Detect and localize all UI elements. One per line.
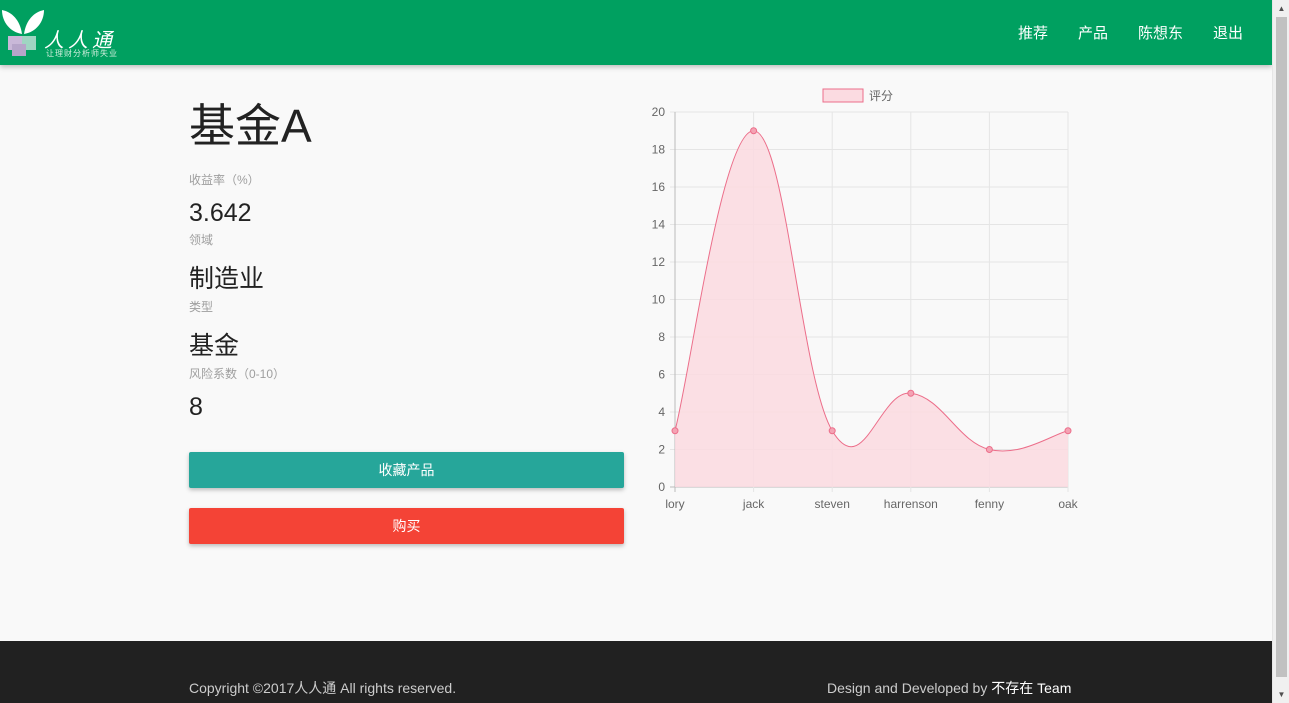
- y-tick-label: 16: [652, 180, 666, 194]
- chart-legend: 评分: [822, 88, 893, 103]
- legend-swatch[interactable]: [822, 88, 864, 103]
- risk-value: 8: [189, 393, 203, 421]
- x-tick-label: oak: [1058, 497, 1078, 511]
- legend-label[interactable]: 评分: [869, 89, 893, 103]
- y-axis-ticks: 0 2 4 6 8 10 12 14 16 18 20: [652, 105, 666, 494]
- y-tick-label: 18: [652, 143, 666, 157]
- y-tick-label: 10: [652, 293, 666, 307]
- y-tick-label: 8: [658, 330, 665, 344]
- x-axis-ticks: lory jack steven harrenson fenny oak: [665, 497, 1078, 511]
- scroll-up-icon[interactable]: ▲: [1273, 0, 1289, 17]
- logo-slogan: 让理财分析师失业: [46, 49, 118, 58]
- rating-chart: 0 2 4 6 8 10 12 14 16 18 20 lory jack steven harrenso…: [652, 88, 1079, 511]
- x-tick-label: lory: [665, 497, 684, 511]
- nav-products[interactable]: 产品: [1063, 22, 1123, 43]
- y-tick-label: 6: [658, 368, 665, 382]
- leaf-puzzle-logo-icon: [2, 10, 44, 56]
- scroll-thumb[interactable]: [1276, 17, 1287, 677]
- x-tick-label: steven: [815, 497, 850, 511]
- yield-value: 3.642: [189, 199, 252, 227]
- y-tick-label: 12: [652, 255, 666, 269]
- credit-text: Design and Developed by 不存在 Team: [827, 678, 1071, 698]
- yield-label: 收益率（%）: [189, 173, 260, 187]
- y-tick-label: 4: [658, 405, 665, 419]
- copyright-text: Copyright ©2017人人通 All rights reserved.: [189, 680, 457, 696]
- y-tick-label: 14: [652, 218, 666, 232]
- logo[interactable]: 人人通 让理财分析师失业: [0, 4, 130, 60]
- data-point[interactable]: [985, 446, 993, 453]
- scrollbar[interactable]: ▲ ▼: [1272, 0, 1289, 703]
- nav-logout[interactable]: 退出: [1198, 22, 1258, 43]
- navbar: 人人通 让理财分析师失业 推荐 产品 陈想东 退出: [0, 0, 1272, 65]
- x-tick-label: harrenson: [884, 497, 938, 511]
- y-tick-label: 0: [658, 480, 665, 494]
- series-area: [675, 130, 1068, 487]
- sector-label: 领域: [189, 233, 214, 247]
- favorite-button[interactable]: 收藏产品: [189, 452, 624, 488]
- nav-menu: 推荐 产品 陈想东 退出: [1003, 0, 1258, 65]
- data-point[interactable]: [750, 127, 758, 135]
- y-tick-label: 20: [652, 105, 666, 119]
- sector-value: 制造业: [189, 265, 265, 293]
- credit-prefix: Design and Developed by: [827, 680, 992, 696]
- credit-team: 不存在 Team: [991, 680, 1072, 696]
- x-tick-label: jack: [742, 497, 765, 511]
- type-label: 类型: [189, 300, 214, 314]
- risk-label: 风险系数（0-10）: [189, 367, 286, 381]
- data-point[interactable]: [828, 427, 836, 435]
- nav-recommend[interactable]: 推荐: [1003, 22, 1063, 43]
- type-value: 基金: [189, 332, 240, 360]
- scroll-down-icon[interactable]: ▼: [1273, 686, 1289, 703]
- data-point[interactable]: [1064, 427, 1072, 435]
- data-point[interactable]: [671, 427, 679, 435]
- data-point[interactable]: [907, 389, 915, 397]
- buy-button[interactable]: 购买: [189, 508, 624, 544]
- product-title: 基金A: [189, 100, 312, 152]
- footer: Copyright ©2017人人通 All rights reserved. …: [0, 641, 1272, 703]
- product-info: 基金A 收益率（%） 3.642 领域 制造业 类型 基金 风险系数（0-10）…: [189, 95, 625, 422]
- x-tick-label: fenny: [975, 497, 1004, 511]
- nav-user[interactable]: 陈想东: [1123, 22, 1198, 43]
- y-tick-label: 2: [658, 443, 665, 457]
